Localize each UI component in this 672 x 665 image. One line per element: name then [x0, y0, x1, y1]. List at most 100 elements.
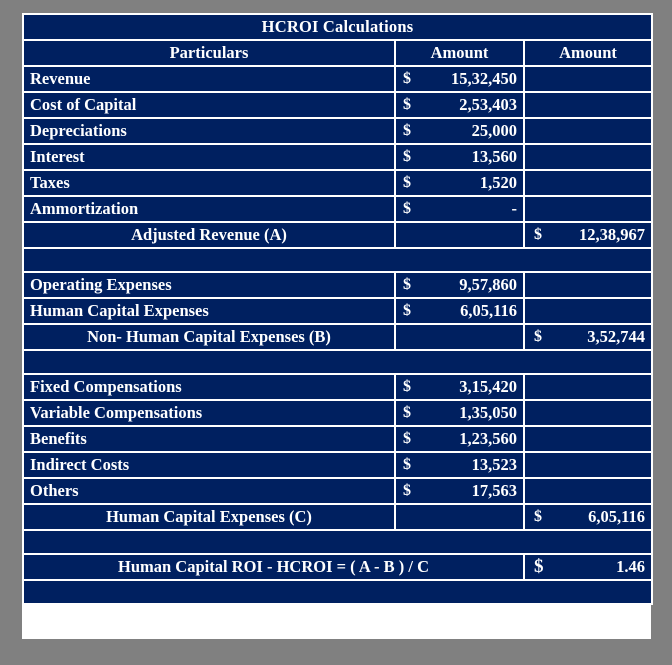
row-amount-value: 3,15,420 — [459, 377, 517, 396]
row-amount-2-empty — [525, 479, 652, 503]
row-amount-value: 17,563 — [471, 481, 517, 500]
column-header-amount-1: Amount — [396, 41, 523, 65]
currency-symbol: $ — [403, 302, 411, 319]
subtotal-amount-1-empty — [396, 325, 523, 349]
table-row: Revenue $ 15,32,450 — [24, 67, 652, 91]
hcroi-spreadsheet: HCROI Calculations Particulars Amount Am… — [22, 13, 654, 639]
spacer-cell — [24, 351, 652, 373]
row-label: Revenue — [24, 67, 394, 91]
row-amount: $ - — [396, 197, 523, 221]
table-row: Fixed Compensations $ 3,15,420 — [24, 375, 652, 399]
row-label: Human Capital Expenses — [24, 299, 394, 323]
row-label: Depreciations — [24, 119, 394, 143]
currency-symbol: $ — [403, 200, 411, 217]
currency-symbol: $ — [403, 70, 411, 87]
column-header-row: Particulars Amount Amount — [24, 41, 652, 65]
row-amount-value: 15,32,450 — [451, 69, 517, 88]
table-row: Variable Compensations $ 1,35,050 — [24, 401, 652, 425]
table-row: Cost of Capital $ 2,53,403 — [24, 93, 652, 117]
subtotal-amount-value: 6,05,116 — [588, 507, 646, 526]
title-row: HCROI Calculations — [24, 15, 652, 39]
row-amount-value: 1,35,050 — [459, 403, 517, 422]
row-label: Interest — [24, 145, 394, 169]
row-label: Others — [24, 479, 394, 503]
currency-symbol: $ — [403, 456, 411, 473]
row-amount-value: 1,23,560 — [459, 429, 517, 448]
currency-symbol: $ — [403, 96, 411, 113]
currency-symbol: $ — [403, 430, 411, 447]
table-row: Indirect Costs $ 13,523 — [24, 453, 652, 477]
currency-symbol: $ — [534, 556, 544, 577]
subtotal-amount-1-empty — [396, 505, 523, 529]
subtotal-amount-value: 3,52,744 — [587, 327, 646, 346]
row-amount: $ 1,23,560 — [396, 427, 523, 451]
subtotal-label: Adjusted Revenue (A) — [24, 223, 394, 247]
subtotal-row-human-capital: Human Capital Expenses (C) $ 6,05,116 — [24, 505, 652, 529]
footer-spacer-row — [24, 581, 652, 603]
currency-symbol: $ — [403, 378, 411, 395]
subtotal-row-non-human-capital: Non- Human Capital Expenses (B) $ 3,52,7… — [24, 325, 652, 349]
row-amount-2-empty — [525, 273, 652, 297]
subtotal-label: Non- Human Capital Expenses (B) — [24, 325, 394, 349]
spacer-cell — [24, 249, 652, 271]
row-amount-value: - — [511, 199, 518, 218]
row-amount-2-empty — [525, 401, 652, 425]
row-amount-2-empty — [525, 145, 652, 169]
row-amount: $ 1,35,050 — [396, 401, 523, 425]
row-amount: $ 17,563 — [396, 479, 523, 503]
currency-symbol: $ — [534, 508, 542, 525]
subtotal-amount: $ 12,38,967 — [525, 223, 652, 247]
row-amount: $ 1,520 — [396, 171, 523, 195]
row-amount-value: 1,520 — [479, 173, 517, 192]
row-label: Operating Expenses — [24, 273, 394, 297]
currency-symbol: $ — [403, 148, 411, 165]
table-row: Depreciations $ 25,000 — [24, 119, 652, 143]
row-amount: $ 3,15,420 — [396, 375, 523, 399]
row-amount-2-empty — [525, 119, 652, 143]
row-amount: $ 2,53,403 — [396, 93, 523, 117]
row-label: Cost of Capital — [24, 93, 394, 117]
row-amount: $ 9,57,860 — [396, 273, 523, 297]
row-amount-value: 13,523 — [471, 455, 517, 474]
subtotal-amount: $ 6,05,116 — [525, 505, 652, 529]
currency-symbol: $ — [403, 122, 411, 139]
spacer-row — [24, 531, 652, 553]
row-amount-2-empty — [525, 453, 652, 477]
hcroi-result-number: 1.46 — [616, 557, 646, 576]
footer-spacer-cell — [24, 581, 652, 603]
table-row: Ammortization $ - — [24, 197, 652, 221]
currency-symbol: $ — [403, 404, 411, 421]
row-amount-2-empty — [525, 427, 652, 451]
row-amount-2-empty — [525, 299, 652, 323]
spacer-row — [24, 351, 652, 373]
column-header-amount-2: Amount — [525, 41, 652, 65]
subtotal-label: Human Capital Expenses (C) — [24, 505, 394, 529]
hcroi-formula-label: Human Capital ROI - HCROI = ( A - B ) / … — [24, 555, 523, 579]
row-label: Fixed Compensations — [24, 375, 394, 399]
row-amount-2-empty — [525, 67, 652, 91]
subtotal-amount: $ 3,52,744 — [525, 325, 652, 349]
row-label: Indirect Costs — [24, 453, 394, 477]
table-row: Others $ 17,563 — [24, 479, 652, 503]
row-label: Ammortization — [24, 197, 394, 221]
subtotal-amount-1-empty — [396, 223, 523, 247]
page-title: HCROI Calculations — [24, 15, 652, 39]
column-header-particulars: Particulars — [24, 41, 394, 65]
hcroi-result-value: $ 1.46 — [525, 555, 652, 579]
hcroi-table: HCROI Calculations Particulars Amount Am… — [22, 13, 654, 605]
row-amount: $ 15,32,450 — [396, 67, 523, 91]
table-row: Interest $ 13,560 — [24, 145, 652, 169]
row-amount: $ 6,05,116 — [396, 299, 523, 323]
spacer-row — [24, 249, 652, 271]
table-row: Taxes $ 1,520 — [24, 171, 652, 195]
subtotal-row-adjusted-revenue: Adjusted Revenue (A) $ 12,38,967 — [24, 223, 652, 247]
row-amount-2-empty — [525, 197, 652, 221]
currency-symbol: $ — [534, 328, 542, 345]
table-row: Operating Expenses $ 9,57,860 — [24, 273, 652, 297]
row-amount-value: 9,57,860 — [459, 275, 517, 294]
row-label: Taxes — [24, 171, 394, 195]
row-amount: $ 13,560 — [396, 145, 523, 169]
row-amount: $ 25,000 — [396, 119, 523, 143]
row-amount-value: 25,000 — [471, 121, 517, 140]
hcroi-result-row: Human Capital ROI - HCROI = ( A - B ) / … — [24, 555, 652, 579]
